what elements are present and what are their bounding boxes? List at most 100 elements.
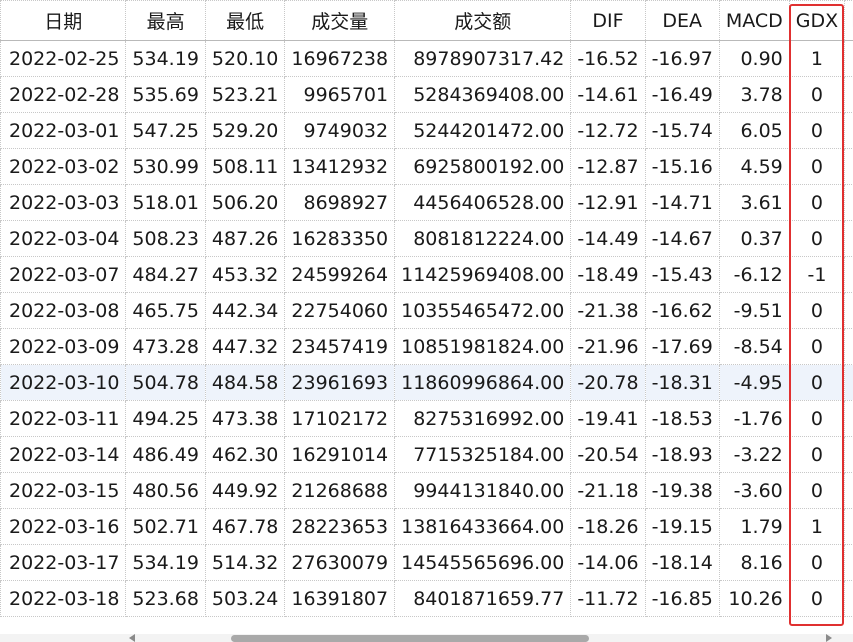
column-header-low[interactable]: 最低 (204, 0, 286, 41)
table-row[interactable]: 2022-02-28 535.69 523.21 9965701 5284369408.… (0, 76, 853, 113)
cell-low[interactable]: 529.20 (204, 112, 286, 149)
cell-volume[interactable]: 17102172 (284, 400, 396, 437)
cell-low[interactable]: 442.34 (204, 292, 286, 329)
cell-high[interactable]: 547.25 (125, 112, 206, 149)
cell-dvg[interactable]: 0 (844, 112, 853, 149)
cell-dea[interactable]: -17.69 (644, 328, 720, 365)
cell-dvg[interactable]: 1 (844, 508, 853, 545)
cell-gdx[interactable]: 0 (788, 364, 846, 401)
table-row[interactable]: 2022-03-09 473.28 447.32 23457419 1085198182… (0, 328, 853, 365)
cell-dvg[interactable]: 0 (844, 328, 853, 365)
cell-volume[interactable]: 24599264 (284, 256, 396, 293)
cell-high[interactable]: 494.25 (125, 400, 206, 437)
cell-amount[interactable]: 10851981824.00 (394, 328, 572, 365)
cell-amount[interactable]: 7715325184.00 (394, 436, 572, 473)
cell-dea[interactable]: -16.97 (644, 40, 720, 77)
cell-volume[interactable]: 16967238 (284, 40, 396, 77)
cell-low[interactable]: 503.24 (204, 580, 286, 617)
cell-low[interactable]: 523.21 (204, 76, 286, 113)
cell-high[interactable]: 502.71 (125, 508, 206, 545)
cell-high[interactable]: 473.28 (125, 328, 206, 365)
cell-low[interactable]: 473.38 (204, 400, 286, 437)
cell-volume[interactable]: 21268688 (284, 472, 396, 509)
cell-gdx[interactable]: 0 (788, 580, 846, 617)
cell-gdx[interactable]: 0 (788, 112, 846, 149)
table-row[interactable]: 2022-03-04 508.23 487.26 16283350 8081812224… (0, 220, 853, 257)
cell-low[interactable]: 487.26 (204, 220, 286, 257)
cell-volume[interactable]: 16391807 (284, 580, 396, 617)
cell-high[interactable]: 523.68 (125, 580, 206, 617)
cell-low[interactable]: 453.32 (204, 256, 286, 293)
column-header-gdx[interactable]: GDX (788, 0, 846, 41)
cell-macd[interactable]: -8.54 (718, 328, 790, 365)
cell-macd[interactable]: 0.90 (718, 40, 790, 77)
column-header-dea[interactable]: DEA (644, 0, 720, 41)
cell-volume[interactable]: 8698927 (284, 184, 396, 221)
cell-high[interactable]: 534.19 (125, 40, 206, 77)
cell-date[interactable]: 2022-03-16 (0, 508, 127, 545)
cell-macd[interactable]: -9.51 (718, 292, 790, 329)
cell-volume[interactable]: 23457419 (284, 328, 396, 365)
cell-date[interactable]: 2022-03-02 (0, 148, 127, 185)
cell-amount[interactable]: 8401871659.77 (394, 580, 572, 617)
scroll-left-arrow-icon[interactable] (129, 634, 135, 642)
cell-dvg[interactable]: 0 (844, 256, 853, 293)
cell-dvg[interactable]: 0 (844, 76, 853, 113)
cell-high[interactable]: 484.27 (125, 256, 206, 293)
cell-high[interactable]: 465.75 (125, 292, 206, 329)
cell-gdx[interactable]: 1 (788, 40, 846, 77)
cell-date[interactable]: 2022-03-04 (0, 220, 127, 257)
cell-date[interactable]: 2022-03-01 (0, 112, 127, 149)
cell-macd[interactable]: 10.26 (718, 580, 790, 617)
cell-low[interactable]: 447.32 (204, 328, 286, 365)
cell-dvg[interactable]: 0 (844, 544, 853, 581)
scroll-right-arrow-icon[interactable] (826, 634, 832, 642)
cell-gdx[interactable]: 1 (788, 508, 846, 545)
cell-gdx[interactable]: 0 (788, 328, 846, 365)
cell-dea[interactable]: -15.43 (644, 256, 720, 293)
cell-date[interactable]: 2022-03-09 (0, 328, 127, 365)
cell-date[interactable]: 2022-03-11 (0, 400, 127, 437)
cell-low[interactable]: 508.11 (204, 148, 286, 185)
cell-macd[interactable]: -4.95 (718, 364, 790, 401)
cell-low[interactable]: 449.92 (204, 472, 286, 509)
table-row[interactable]: 2022-03-01 547.25 529.20 9749032 5244201472.… (0, 112, 853, 149)
cell-volume[interactable]: 28223653 (284, 508, 396, 545)
cell-date[interactable]: 2022-03-14 (0, 436, 127, 473)
cell-date[interactable]: 2022-02-28 (0, 76, 127, 113)
cell-volume[interactable]: 27630079 (284, 544, 396, 581)
cell-dif[interactable]: -11.72 (570, 580, 646, 617)
cell-dea[interactable]: -15.74 (644, 112, 720, 149)
table-row[interactable]: 2022-03-10 504.78 484.58 23961693 1186099686… (0, 364, 853, 401)
cell-date[interactable]: 2022-03-15 (0, 472, 127, 509)
cell-amount[interactable]: 4456406528.00 (394, 184, 572, 221)
cell-date[interactable]: 2022-02-25 (0, 40, 127, 77)
cell-low[interactable]: 506.20 (204, 184, 286, 221)
cell-gdx[interactable]: 0 (788, 148, 846, 185)
cell-macd[interactable]: 4.59 (718, 148, 790, 185)
cell-volume[interactable]: 9965701 (284, 76, 396, 113)
cell-low[interactable]: 520.10 (204, 40, 286, 77)
cell-low[interactable]: 484.58 (204, 364, 286, 401)
cell-dif[interactable]: -14.49 (570, 220, 646, 257)
cell-low[interactable]: 462.30 (204, 436, 286, 473)
cell-gdx[interactable]: 0 (788, 436, 846, 473)
table-row[interactable]: 2022-03-08 465.75 442.34 22754060 1035546547… (0, 292, 853, 329)
cell-amount[interactable]: 11425969408.00 (394, 256, 572, 293)
cell-dif[interactable]: -18.49 (570, 256, 646, 293)
cell-dvg[interactable]: 0 (844, 364, 853, 401)
cell-dea[interactable]: -16.62 (644, 292, 720, 329)
cell-amount[interactable]: 5244201472.00 (394, 112, 572, 149)
cell-high[interactable]: 534.19 (125, 544, 206, 581)
cell-amount[interactable]: 5284369408.00 (394, 76, 572, 113)
table-row[interactable]: 2022-03-16 502.71 467.78 28223653 1381643366… (0, 508, 853, 545)
cell-dif[interactable]: -18.26 (570, 508, 646, 545)
cell-dvg[interactable]: 0 (844, 148, 853, 185)
table-row[interactable]: 2022-03-18 523.68 503.24 16391807 8401871659… (0, 580, 853, 617)
cell-dea[interactable]: -14.71 (644, 184, 720, 221)
cell-low[interactable]: 514.32 (204, 544, 286, 581)
cell-dvg[interactable]: 0 (844, 400, 853, 437)
cell-dif[interactable]: -20.78 (570, 364, 646, 401)
cell-amount[interactable]: 13816433664.00 (394, 508, 572, 545)
cell-dif[interactable]: -19.41 (570, 400, 646, 437)
